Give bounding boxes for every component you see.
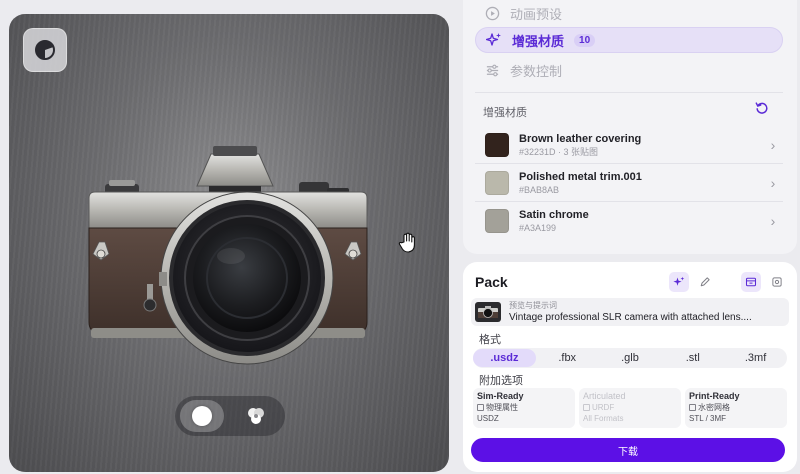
option-check-label: URDF xyxy=(592,403,615,412)
divider xyxy=(475,163,783,164)
checkbox[interactable] xyxy=(689,404,696,411)
material-item-satin-chrome[interactable]: Satin chrome #A3A199 › xyxy=(475,203,783,239)
download-button[interactable]: 下载 xyxy=(471,438,785,462)
play-circle-icon xyxy=(485,6,500,20)
chevron-right-icon: › xyxy=(770,137,776,153)
material-name: Brown leather covering xyxy=(519,133,642,145)
package-icon xyxy=(745,277,757,287)
divider xyxy=(475,92,783,93)
material-swatch xyxy=(485,171,509,195)
material-swatch xyxy=(485,209,509,233)
option-title: Articulated xyxy=(583,391,626,401)
material-item-brown-leather[interactable]: Brown leather covering #32231D · 3 张贴图 › xyxy=(475,127,783,163)
prompt-text: Vintage professional SLR camera with att… xyxy=(509,311,752,323)
option-formats: All Formats xyxy=(583,414,624,423)
option-formats: STL / 3MF xyxy=(689,414,727,423)
sparkles-icon xyxy=(673,276,685,286)
material-swatch xyxy=(485,133,509,157)
nav-item-animation-presets[interactable]: 动画预设 xyxy=(475,0,783,26)
format-stl[interactable]: .stl xyxy=(661,349,724,367)
format-label: 格式 xyxy=(479,334,501,346)
option-articulated: Articulated URDF All Formats xyxy=(579,388,681,428)
option-sim-ready[interactable]: Sim-Ready 物理属性 USDZ xyxy=(473,388,575,428)
material-meta: #32231D · 3 张贴图 xyxy=(519,147,599,157)
model-viewer[interactable] xyxy=(9,14,449,472)
option-check-label: 水密网格 xyxy=(698,403,730,412)
option-print-ready[interactable]: Print-Ready 水密网格 STL / 3MF xyxy=(685,388,787,428)
nav-item-label: 动画预设 xyxy=(510,6,563,22)
format-selector: .usdz .fbx .glb .stl .3mf xyxy=(473,348,787,368)
divider xyxy=(475,201,783,202)
format-usdz[interactable]: .usdz xyxy=(473,349,536,367)
view-toggle-button[interactable] xyxy=(23,28,67,72)
chevron-right-icon: › xyxy=(770,175,776,191)
nav-item-label: 参数控制 xyxy=(510,63,563,79)
nav-item-label: 增强材质 xyxy=(512,33,565,49)
package-button[interactable] xyxy=(741,272,761,292)
share-button[interactable] xyxy=(767,272,787,292)
option-formats: USDZ xyxy=(477,414,499,423)
option-title: Sim-Ready xyxy=(477,391,524,401)
contrast-icon xyxy=(35,40,55,60)
material-mode-button[interactable] xyxy=(234,400,278,432)
format-3mf[interactable]: .3mf xyxy=(724,349,787,367)
section-title: 增强材质 xyxy=(483,107,527,119)
nav-item-enhanced-materials[interactable]: 增强材质 10 xyxy=(475,27,783,53)
edit-button[interactable] xyxy=(695,272,715,292)
option-check-label: 物理属性 xyxy=(486,403,518,412)
sparkles-icon xyxy=(486,33,501,46)
material-spheres-icon xyxy=(248,408,264,424)
sliders-icon xyxy=(486,64,499,76)
chevron-right-icon: › xyxy=(770,213,776,229)
count-badge: 10 xyxy=(574,33,596,47)
render-mode-switch[interactable] xyxy=(175,396,285,436)
checkbox[interactable] xyxy=(477,404,484,411)
solid-sphere-icon xyxy=(192,406,212,426)
format-glb[interactable]: .glb xyxy=(599,349,662,367)
prompt-preview[interactable]: 预览与提示词 Vintage professional SLR camera w… xyxy=(471,298,789,326)
format-fbx[interactable]: .fbx xyxy=(536,349,599,367)
material-item-polished-metal[interactable]: Polished metal trim.001 #BAB8AB › xyxy=(475,165,783,201)
solid-mode-button[interactable] xyxy=(180,400,224,432)
prompt-label: 预览与提示词 xyxy=(509,300,557,310)
pencil-icon xyxy=(700,277,710,287)
camera-thumbnail xyxy=(475,302,501,322)
ai-enhance-button[interactable] xyxy=(669,272,689,292)
nav-item-parameter-control[interactable]: 参数控制 xyxy=(475,57,783,83)
pack-panel: Pack 预览与提示词 Vintage professional SLR cam… xyxy=(463,262,797,472)
hand-cursor-icon xyxy=(398,232,415,253)
material-name: Polished metal trim.001 xyxy=(519,171,642,183)
options-label: 附加选项 xyxy=(479,375,523,387)
reset-icon[interactable] xyxy=(755,101,769,115)
checkbox xyxy=(583,404,590,411)
share-icon xyxy=(772,277,782,287)
material-meta: #A3A199 xyxy=(519,223,557,233)
material-side-panel: 动画预设 增强材质 10 参数控制 增强材质 Brown leather cov… xyxy=(463,0,797,254)
pack-title: Pack xyxy=(475,274,508,290)
option-title: Print-Ready xyxy=(689,391,740,401)
material-meta: #BAB8AB xyxy=(519,185,560,195)
material-name: Satin chrome xyxy=(519,209,589,221)
